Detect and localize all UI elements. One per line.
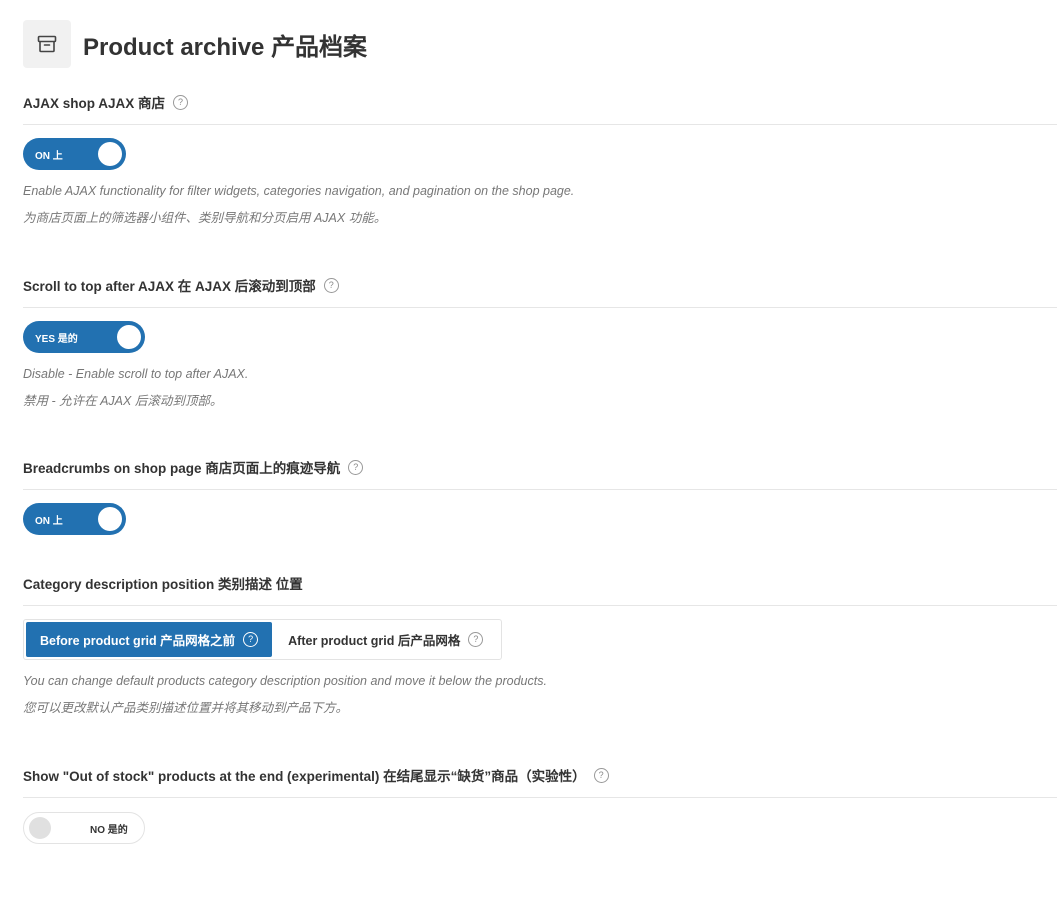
toggle-label: ON 上: [35, 515, 63, 527]
setting-label: Category description position 类别描述 位置: [23, 577, 303, 592]
toggle-label: YES 是的: [35, 333, 78, 345]
archive-icon: [23, 20, 71, 68]
help-icon[interactable]: ?: [593, 767, 609, 783]
setting-out-of-stock: Show "Out of stock" products at the end …: [23, 762, 1057, 844]
help-icon[interactable]: ?: [348, 459, 364, 475]
toggle-knob: [29, 817, 51, 839]
description-zh: 您可以更改默认产品类别描述位置并将其移动到产品下方。: [23, 701, 349, 715]
help-icon[interactable]: ?: [323, 277, 339, 293]
toggle-label: NO 是的: [90, 824, 128, 836]
description-zh: 禁用 - 允许在 AJAX 后滚动到顶部。: [23, 394, 223, 408]
scroll-top-toggle[interactable]: YES 是的: [23, 321, 145, 353]
setting-label: Show "Out of stock" products at the end …: [23, 769, 586, 784]
description-en: You can change default products category…: [23, 674, 547, 688]
description-en: Disable - Enable scroll to top after AJA…: [23, 367, 249, 381]
setting-label: AJAX shop AJAX 商店: [23, 96, 166, 111]
setting-description: You can change default products category…: [23, 668, 1057, 722]
breadcrumbs-toggle[interactable]: ON 上: [23, 503, 126, 535]
setting-label-row: Scroll to top after AJAX 在 AJAX 后滚动到顶部 ?: [23, 272, 1057, 308]
setting-description: Disable - Enable scroll to top after AJA…: [23, 361, 1057, 415]
setting-breadcrumbs: Breadcrumbs on shop page 商店页面上的痕迹导航 ? ON…: [23, 454, 1057, 535]
page-title: Product archive 产品档案: [83, 33, 368, 61]
option-after-product-grid[interactable]: After product grid 后产品网格 ?: [272, 622, 499, 657]
ajax-shop-toggle[interactable]: ON 上: [23, 138, 126, 170]
toggle-knob: [98, 142, 122, 166]
toggle-knob: [117, 325, 141, 349]
setting-category-description: Category description position 类别描述 位置 Be…: [23, 570, 1057, 722]
category-position-selector: Before product grid 产品网格之前 ? After produ…: [23, 619, 503, 660]
description-en: Enable AJAX functionality for filter wid…: [23, 184, 575, 198]
page-header: Product archive 产品档案: [23, 20, 367, 68]
setting-description: Enable AJAX functionality for filter wid…: [23, 178, 1057, 232]
setting-label-row: Category description position 类别描述 位置: [23, 570, 1057, 606]
help-icon[interactable]: ?: [173, 94, 189, 110]
setting-label-row: Show "Out of stock" products at the end …: [23, 762, 1057, 798]
toggle-knob: [98, 507, 122, 531]
option-before-product-grid[interactable]: Before product grid 产品网格之前 ?: [26, 622, 273, 657]
option-label: Before product grid 产品网格之前: [40, 634, 236, 648]
setting-scroll-top: Scroll to top after AJAX 在 AJAX 后滚动到顶部 ?…: [23, 272, 1057, 415]
setting-label: Scroll to top after AJAX 在 AJAX 后滚动到顶部: [23, 279, 316, 294]
toggle-label: ON 上: [35, 150, 63, 162]
out-of-stock-toggle[interactable]: NO 是的: [23, 812, 145, 844]
setting-label-row: Breadcrumbs on shop page 商店页面上的痕迹导航 ?: [23, 454, 1057, 490]
setting-label-row: AJAX shop AJAX 商店 ?: [23, 89, 1057, 125]
help-icon[interactable]: ?: [243, 632, 259, 647]
settings-page: Product archive 产品档案 AJAX shop AJAX 商店 ?…: [0, 0, 1057, 915]
description-zh: 为商店页面上的筛选器小组件、类别导航和分页启用 AJAX 功能。: [23, 211, 387, 225]
setting-ajax-shop: AJAX shop AJAX 商店 ? ON 上 Enable AJAX fun…: [23, 89, 1057, 232]
setting-label: Breadcrumbs on shop page 商店页面上的痕迹导航: [23, 461, 341, 476]
option-label: After product grid 后产品网格: [288, 634, 461, 648]
help-icon[interactable]: ?: [468, 632, 484, 647]
